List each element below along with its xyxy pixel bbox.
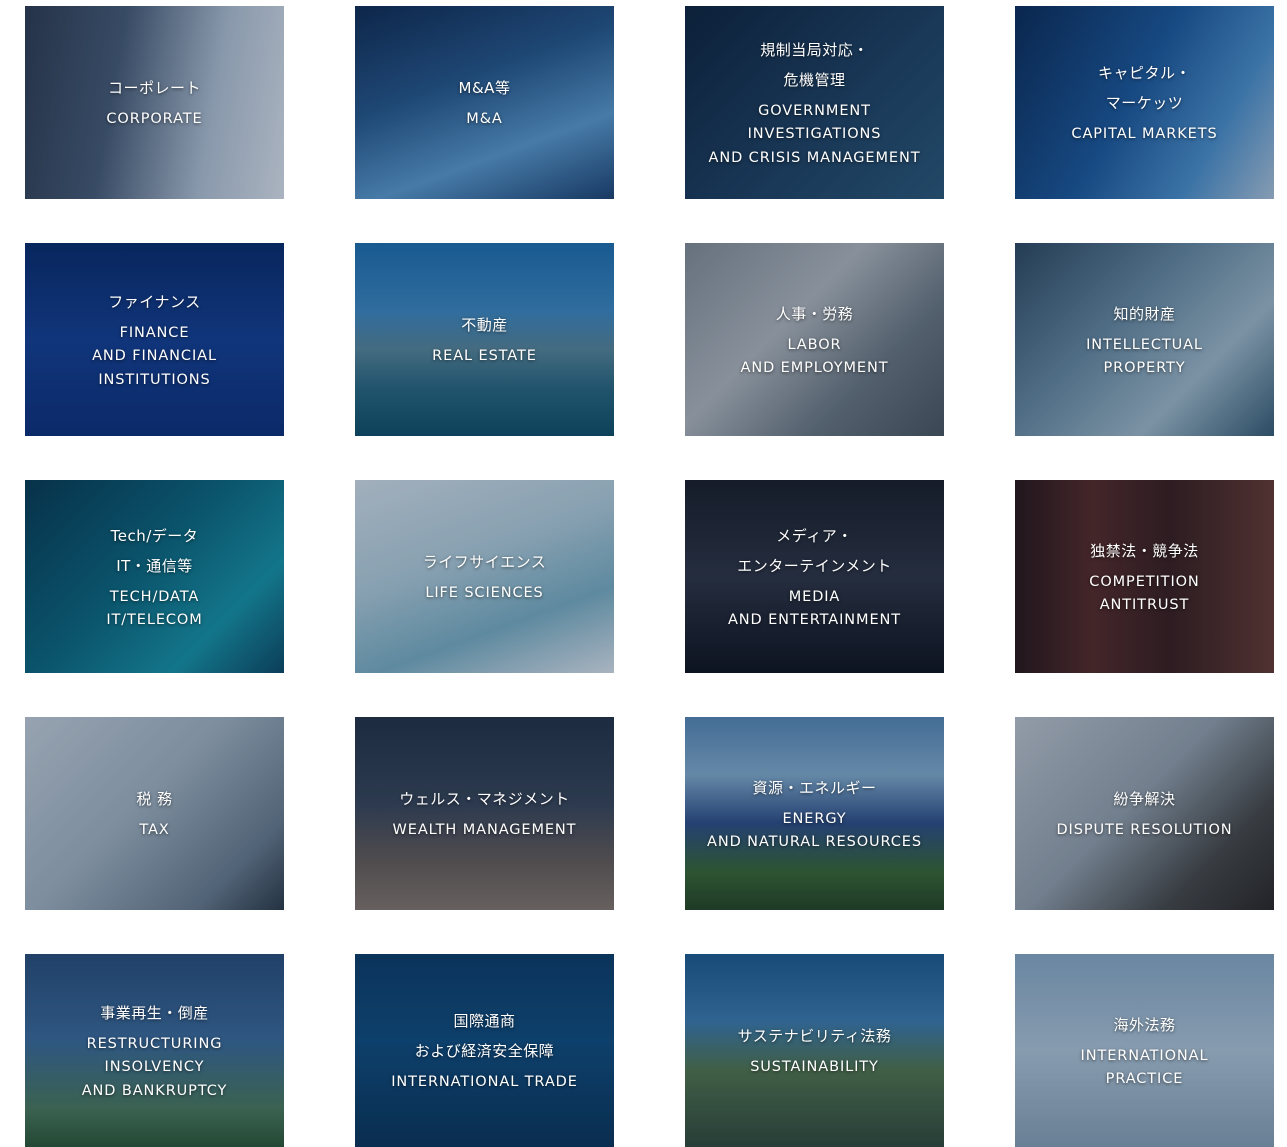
tile-jp-label: コーポレート: [107, 79, 201, 98]
tile-en-label: TECH/DATA IT/TELECOM: [106, 588, 203, 629]
tile-jp-label: 海外法務: [1113, 1015, 1176, 1034]
tile-label: 税 務 TAX: [136, 784, 172, 843]
tile-international-trade[interactable]: 国際通商 および経済安全保障 INTERNATIONAL TRADE: [355, 954, 614, 1147]
tile-label: 国際通商 および経済安全保障 INTERNATIONAL TRADE: [391, 1006, 578, 1095]
tile-label: キャピタル・ マーケッツ CAPITAL MARKETS: [1071, 58, 1217, 147]
tile-life-sciences[interactable]: ライフサイエンス LIFE SCIENCES: [355, 480, 614, 673]
tile-competition-antitrust[interactable]: 独禁法・競争法 COMPETITION ANTITRUST: [1015, 480, 1274, 673]
tile-label: M&A等 M&A: [459, 73, 511, 132]
tile-government-investigations[interactable]: 規制当局対応・ 危機管理 GOVERNMENT INVESTIGATIONS A…: [685, 6, 944, 199]
tile-jp-label: 資源・エネルギー: [752, 778, 877, 797]
tile-label: 資源・エネルギー ENERGY AND NATURAL RESOURCES: [707, 773, 922, 855]
tile-label: 海外法務 INTERNATIONAL PRACTICE: [1081, 1010, 1209, 1092]
tile-corporate[interactable]: コーポレート CORPORATE: [25, 6, 284, 199]
tile-ma[interactable]: M&A等 M&A: [355, 6, 614, 199]
tile-jp-label: 不動産: [461, 316, 508, 335]
tile-jp-label: 独禁法・競争法: [1090, 541, 1199, 560]
tile-label: 知的財産 INTELLECTUAL PROPERTY: [1086, 299, 1203, 381]
tile-label: 不動産 REAL ESTATE: [432, 310, 537, 369]
tile-jp-label: 税 務: [136, 790, 173, 809]
tile-media-entertainment[interactable]: メディア・ エンターテインメント MEDIA AND ENTERTAINMENT: [685, 480, 944, 673]
tile-energy-resources[interactable]: 資源・エネルギー ENERGY AND NATURAL RESOURCES: [685, 717, 944, 910]
tile-en-label: INTERNATIONAL TRADE: [391, 1074, 578, 1091]
tile-en-label: LIFE SCIENCES: [425, 585, 544, 602]
tile-jp-label: 規制当局対応・ 危機管理: [760, 40, 869, 89]
tile-label: ファイナンス FINANCE AND FINANCIAL INSTITUTION…: [92, 287, 217, 393]
tile-jp-label: 紛争解決: [1113, 790, 1176, 809]
tile-labor-employment[interactable]: 人事・労務 LABOR AND EMPLOYMENT: [685, 243, 944, 436]
tile-en-label: WEALTH MANAGEMENT: [392, 822, 577, 839]
tile-label: メディア・ エンターテインメント MEDIA AND ENTERTAINMENT: [728, 521, 901, 633]
tile-jp-label: メディア・ エンターテインメント: [737, 526, 892, 575]
tile-en-label: TAX: [139, 822, 170, 839]
tile-en-label: REAL ESTATE: [432, 348, 537, 365]
tile-wealth-management[interactable]: ウェルス・マネジメント WEALTH MANAGEMENT: [355, 717, 614, 910]
tile-label: Tech/データ IT・通信等 TECH/DATA IT/TELECOM: [106, 521, 202, 633]
tile-dispute-resolution[interactable]: 紛争解決 DISPUTE RESOLUTION: [1015, 717, 1274, 910]
tile-label: 紛争解決 DISPUTE RESOLUTION: [1056, 784, 1232, 843]
tile-en-label: ENERGY AND NATURAL RESOURCES: [707, 810, 922, 851]
tile-en-label: CAPITAL MARKETS: [1071, 126, 1218, 143]
tile-jp-label: Tech/データ IT・通信等: [110, 526, 199, 575]
tile-en-label: DISPUTE RESOLUTION: [1056, 822, 1233, 839]
tile-tech-data[interactable]: Tech/データ IT・通信等 TECH/DATA IT/TELECOM: [25, 480, 284, 673]
tile-en-label: CORPORATE: [106, 111, 203, 128]
tile-label: 独禁法・競争法 COMPETITION ANTITRUST: [1089, 536, 1199, 618]
practice-area-grid: コーポレート CORPORATE M&A等 M&A 規制当局対応・ 危機管理 G…: [0, 0, 1287, 1147]
tile-sustainability[interactable]: サステナビリティ法務 SUSTAINABILITY: [685, 954, 944, 1147]
tile-label: 人事・労務 LABOR AND EMPLOYMENT: [741, 299, 889, 381]
tile-en-label: MEDIA AND ENTERTAINMENT: [727, 588, 902, 629]
tile-jp-label: ウェルス・マネジメント: [399, 790, 570, 809]
tile-international-practice[interactable]: 海外法務 INTERNATIONAL PRACTICE: [1015, 954, 1274, 1147]
tile-jp-label: M&A等: [458, 79, 511, 98]
tile-label: ライフサイエンス LIFE SCIENCES: [423, 547, 547, 606]
tile-en-label: SUSTAINABILITY: [750, 1059, 879, 1076]
tile-jp-label: 知的財産: [1113, 304, 1176, 323]
tile-en-label: LABOR AND EMPLOYMENT: [740, 336, 889, 377]
tile-en-label: COMPETITION ANTITRUST: [1089, 573, 1200, 614]
tile-en-label: INTELLECTUAL PROPERTY: [1086, 336, 1203, 377]
tile-jp-label: ファイナンス: [108, 292, 201, 311]
tile-en-label: M&A: [466, 111, 503, 128]
tile-real-estate[interactable]: 不動産 REAL ESTATE: [355, 243, 614, 436]
tile-tax[interactable]: 税 務 TAX: [25, 717, 284, 910]
tile-en-label: FINANCE AND FINANCIAL INSTITUTIONS: [92, 324, 217, 388]
tile-jp-label: サステナビリティ法務: [737, 1027, 892, 1046]
tile-label: 規制当局対応・ 危機管理 GOVERNMENT INVESTIGATIONS A…: [709, 35, 921, 171]
tile-jp-label: 事業再生・倒産: [100, 1003, 209, 1022]
tile-label: 事業再生・倒産 RESTRUCTURING INSOLVENCY AND BAN…: [82, 998, 228, 1104]
tile-label: ウェルス・マネジメント WEALTH MANAGEMENT: [393, 784, 577, 843]
tile-intellectual-property[interactable]: 知的財産 INTELLECTUAL PROPERTY: [1015, 243, 1274, 436]
tile-jp-label: キャピタル・ マーケッツ: [1097, 64, 1191, 113]
tile-restructuring-insolvency[interactable]: 事業再生・倒産 RESTRUCTURING INSOLVENCY AND BAN…: [25, 954, 284, 1147]
tile-en-label: GOVERNMENT INVESTIGATIONS AND CRISIS MAN…: [708, 102, 921, 166]
tile-jp-label: 人事・労務: [775, 304, 854, 323]
tile-en-label: INTERNATIONAL PRACTICE: [1080, 1047, 1209, 1088]
tile-finance[interactable]: ファイナンス FINANCE AND FINANCIAL INSTITUTION…: [25, 243, 284, 436]
tile-en-label: RESTRUCTURING INSOLVENCY AND BANKRUPTCY: [81, 1035, 228, 1099]
tile-label: サステナビリティ法務 SUSTAINABILITY: [738, 1021, 892, 1080]
tile-jp-label: ライフサイエンス: [422, 553, 547, 572]
tile-capital-markets[interactable]: キャピタル・ マーケッツ CAPITAL MARKETS: [1015, 6, 1274, 199]
tile-jp-label: 国際通商 および経済安全保障: [414, 1012, 555, 1061]
tile-label: コーポレート CORPORATE: [106, 73, 202, 132]
